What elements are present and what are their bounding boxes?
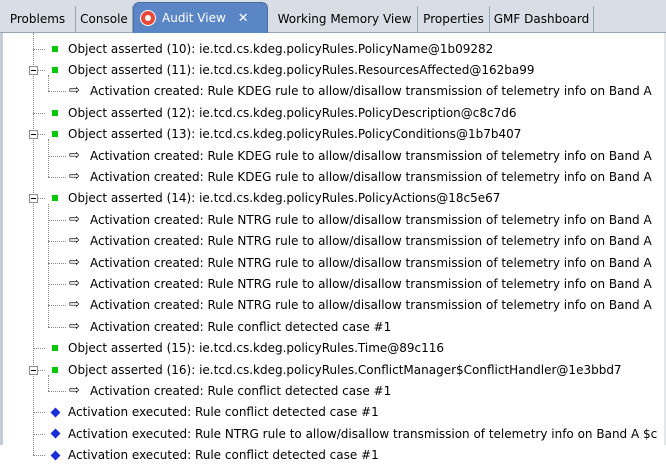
tree-connector-line bbox=[48, 305, 66, 307]
collapse-toggle-icon[interactable] bbox=[29, 365, 38, 375]
log-entry-text: Object asserted (13): ie.tcd.cs.kdeg.pol… bbox=[68, 127, 522, 142]
log-row-object-asserted[interactable]: Object asserted (12): ie.tcd.cs.kdeg.pol… bbox=[0, 102, 666, 123]
tab-gmf-dashboard[interactable]: GMF Dashboard bbox=[490, 6, 594, 32]
arrow-icon: ⇨ bbox=[69, 318, 80, 334]
log-entry-text: Object asserted (15): ie.tcd.cs.kdeg.pol… bbox=[68, 341, 445, 356]
log-entry-text: Activation created: Rule NTRG rule to al… bbox=[90, 277, 652, 292]
log-entry-text: Object asserted (11): ie.tcd.cs.kdeg.pol… bbox=[68, 63, 535, 78]
arrow-icon: ⇨ bbox=[69, 383, 80, 399]
collapse-toggle-icon[interactable] bbox=[29, 194, 38, 204]
log-entry-text: Object asserted (16): ie.tcd.cs.kdeg.pol… bbox=[68, 362, 622, 377]
tab-label: Audit View bbox=[162, 11, 226, 25]
tab-label: GMF Dashboard bbox=[493, 12, 590, 26]
log-row-activation-created[interactable]: ⇨ Activation created: Rule NTRG rule to a… bbox=[0, 252, 666, 273]
audit-view-icon bbox=[140, 10, 156, 26]
tree-connector-line bbox=[48, 284, 66, 286]
tab-audit-view[interactable]: Audit View ✕ bbox=[133, 2, 268, 33]
tree-connector-line bbox=[33, 112, 45, 114]
tree-connector-line bbox=[33, 48, 45, 50]
tree-connector-line bbox=[48, 326, 66, 328]
tab-properties[interactable]: Properties bbox=[418, 6, 490, 32]
log-row-activation-created[interactable]: ⇨ Activation created: Rule NTRG rule to a… bbox=[0, 231, 666, 252]
log-entry-text: Activation executed: Rule conflict detec… bbox=[68, 405, 379, 420]
log-row-object-asserted[interactable]: Object asserted (11): ie.tcd.cs.kdeg.pol… bbox=[0, 59, 666, 80]
log-entry-text: Activation created: Rule NTRG rule to al… bbox=[90, 234, 652, 249]
log-row-activation-created[interactable]: ⇨ Activation created: Rule KDEG rule to a… bbox=[0, 166, 666, 187]
view-tab-bar: Problems Console Audit View ✕ Working Me… bbox=[0, 0, 666, 33]
tab-label: Properties bbox=[423, 12, 484, 26]
log-entry-text: Activation created: Rule NTRG rule to al… bbox=[90, 255, 652, 270]
close-icon[interactable]: ✕ bbox=[238, 11, 249, 26]
green-square-icon bbox=[52, 345, 58, 352]
log-entry-text: Object asserted (10): ie.tcd.cs.kdeg.pol… bbox=[68, 41, 494, 56]
green-square-icon bbox=[52, 131, 58, 138]
tree-connector-line bbox=[48, 177, 66, 179]
tab-problems[interactable]: Problems bbox=[0, 6, 76, 32]
tree-connector-line bbox=[33, 348, 45, 350]
log-row-activation-created[interactable]: ⇨ Activation created: Rule KDEG rule to a… bbox=[0, 81, 666, 102]
log-entry-text: Activation created: Rule KDEG rule to al… bbox=[90, 170, 652, 185]
log-row-activation-created[interactable]: ⇨ Activation created: Rule NTRG rule to a… bbox=[0, 273, 666, 294]
tree-connector-line bbox=[33, 455, 45, 457]
log-row-object-asserted[interactable]: Object asserted (16): ie.tcd.cs.kdeg.pol… bbox=[0, 359, 666, 380]
log-row-activation-created[interactable]: ⇨ Activation created: Rule conflict detec… bbox=[0, 380, 666, 401]
tab-label: Problems bbox=[9, 12, 66, 26]
log-entry-text: Activation created: Rule NTRG rule to al… bbox=[90, 298, 652, 313]
tree-connector-line bbox=[33, 412, 45, 414]
log-entry-text: Activation executed: Rule conflict detec… bbox=[68, 448, 379, 463]
collapse-toggle-icon[interactable] bbox=[29, 130, 38, 140]
green-square-icon bbox=[52, 195, 58, 202]
log-row-activation-created[interactable]: ⇨ Activation created: Rule NTRG rule to a… bbox=[0, 209, 666, 230]
log-entry-text: Activation created: Rule NTRG rule to al… bbox=[90, 212, 652, 227]
arrow-icon: ⇨ bbox=[69, 276, 80, 292]
tab-label: Console bbox=[80, 12, 128, 26]
log-entry-text: Activation created: Rule conflict detect… bbox=[90, 384, 392, 399]
arrow-icon: ⇨ bbox=[69, 297, 80, 313]
tab-console[interactable]: Console bbox=[76, 6, 133, 32]
tree-connector-line bbox=[48, 391, 66, 393]
log-entry-text: Activation created: Rule conflict detect… bbox=[90, 319, 392, 334]
log-row-activation-executed[interactable]: Activation executed: Rule NTRG rule to a… bbox=[0, 423, 666, 444]
arrow-icon: ⇨ bbox=[69, 83, 80, 99]
green-square-icon bbox=[52, 45, 58, 52]
log-row-activation-created[interactable]: ⇨ Activation created: Rule NTRG rule to a… bbox=[0, 295, 666, 316]
tree-connector-line bbox=[48, 155, 66, 157]
tree-connector-line bbox=[48, 219, 66, 221]
green-square-icon bbox=[52, 109, 58, 116]
log-row-object-asserted[interactable]: Object asserted (10): ie.tcd.cs.kdeg.pol… bbox=[0, 38, 666, 59]
blue-diamond-icon bbox=[50, 450, 61, 461]
tab-label: Working Memory View bbox=[277, 12, 412, 26]
log-entry-text: Activation created: Rule KDEG rule to al… bbox=[90, 148, 652, 163]
log-entry-text: Object asserted (12): ie.tcd.cs.kdeg.pol… bbox=[68, 105, 517, 120]
green-square-icon bbox=[52, 67, 58, 74]
audit-log-tree[interactable]: Object asserted (10): ie.tcd.cs.kdeg.pol… bbox=[0, 33, 666, 462]
tree-connector-line bbox=[33, 433, 45, 435]
arrow-icon: ⇨ bbox=[69, 147, 80, 163]
tree-connector-line bbox=[48, 262, 66, 264]
log-row-object-asserted[interactable]: Object asserted (14): ie.tcd.cs.kdeg.pol… bbox=[0, 188, 666, 209]
arrow-icon: ⇨ bbox=[69, 233, 80, 249]
arrow-icon: ⇨ bbox=[69, 211, 80, 227]
blue-diamond-icon bbox=[50, 407, 61, 418]
log-row-activation-executed[interactable]: Activation executed: Rule conflict detec… bbox=[0, 402, 666, 423]
blue-diamond-icon bbox=[50, 428, 61, 439]
tree-connector-line bbox=[48, 91, 66, 93]
log-entry-text: Activation executed: Rule NTRG rule to a… bbox=[68, 426, 658, 441]
log-row-activation-created[interactable]: ⇨ Activation created: Rule conflict detec… bbox=[0, 316, 666, 337]
tree-connector-line bbox=[48, 241, 66, 243]
log-row-object-asserted[interactable]: Object asserted (15): ie.tcd.cs.kdeg.pol… bbox=[0, 338, 666, 359]
log-entry-text: Activation created: Rule KDEG rule to al… bbox=[90, 84, 652, 99]
log-entry-text: Object asserted (14): ie.tcd.cs.kdeg.pol… bbox=[68, 191, 501, 206]
green-square-icon bbox=[52, 366, 58, 373]
collapse-toggle-icon[interactable] bbox=[29, 66, 38, 76]
log-row-object-asserted[interactable]: Object asserted (13): ie.tcd.cs.kdeg.pol… bbox=[0, 124, 666, 145]
log-row-activation-executed[interactable]: Activation executed: Rule conflict detec… bbox=[0, 445, 666, 466]
tab-working-memory-view[interactable]: Working Memory View bbox=[272, 6, 418, 32]
arrow-icon: ⇨ bbox=[69, 254, 80, 270]
arrow-icon: ⇨ bbox=[69, 169, 80, 185]
log-row-activation-created[interactable]: ⇨ Activation created: Rule KDEG rule to a… bbox=[0, 145, 666, 166]
